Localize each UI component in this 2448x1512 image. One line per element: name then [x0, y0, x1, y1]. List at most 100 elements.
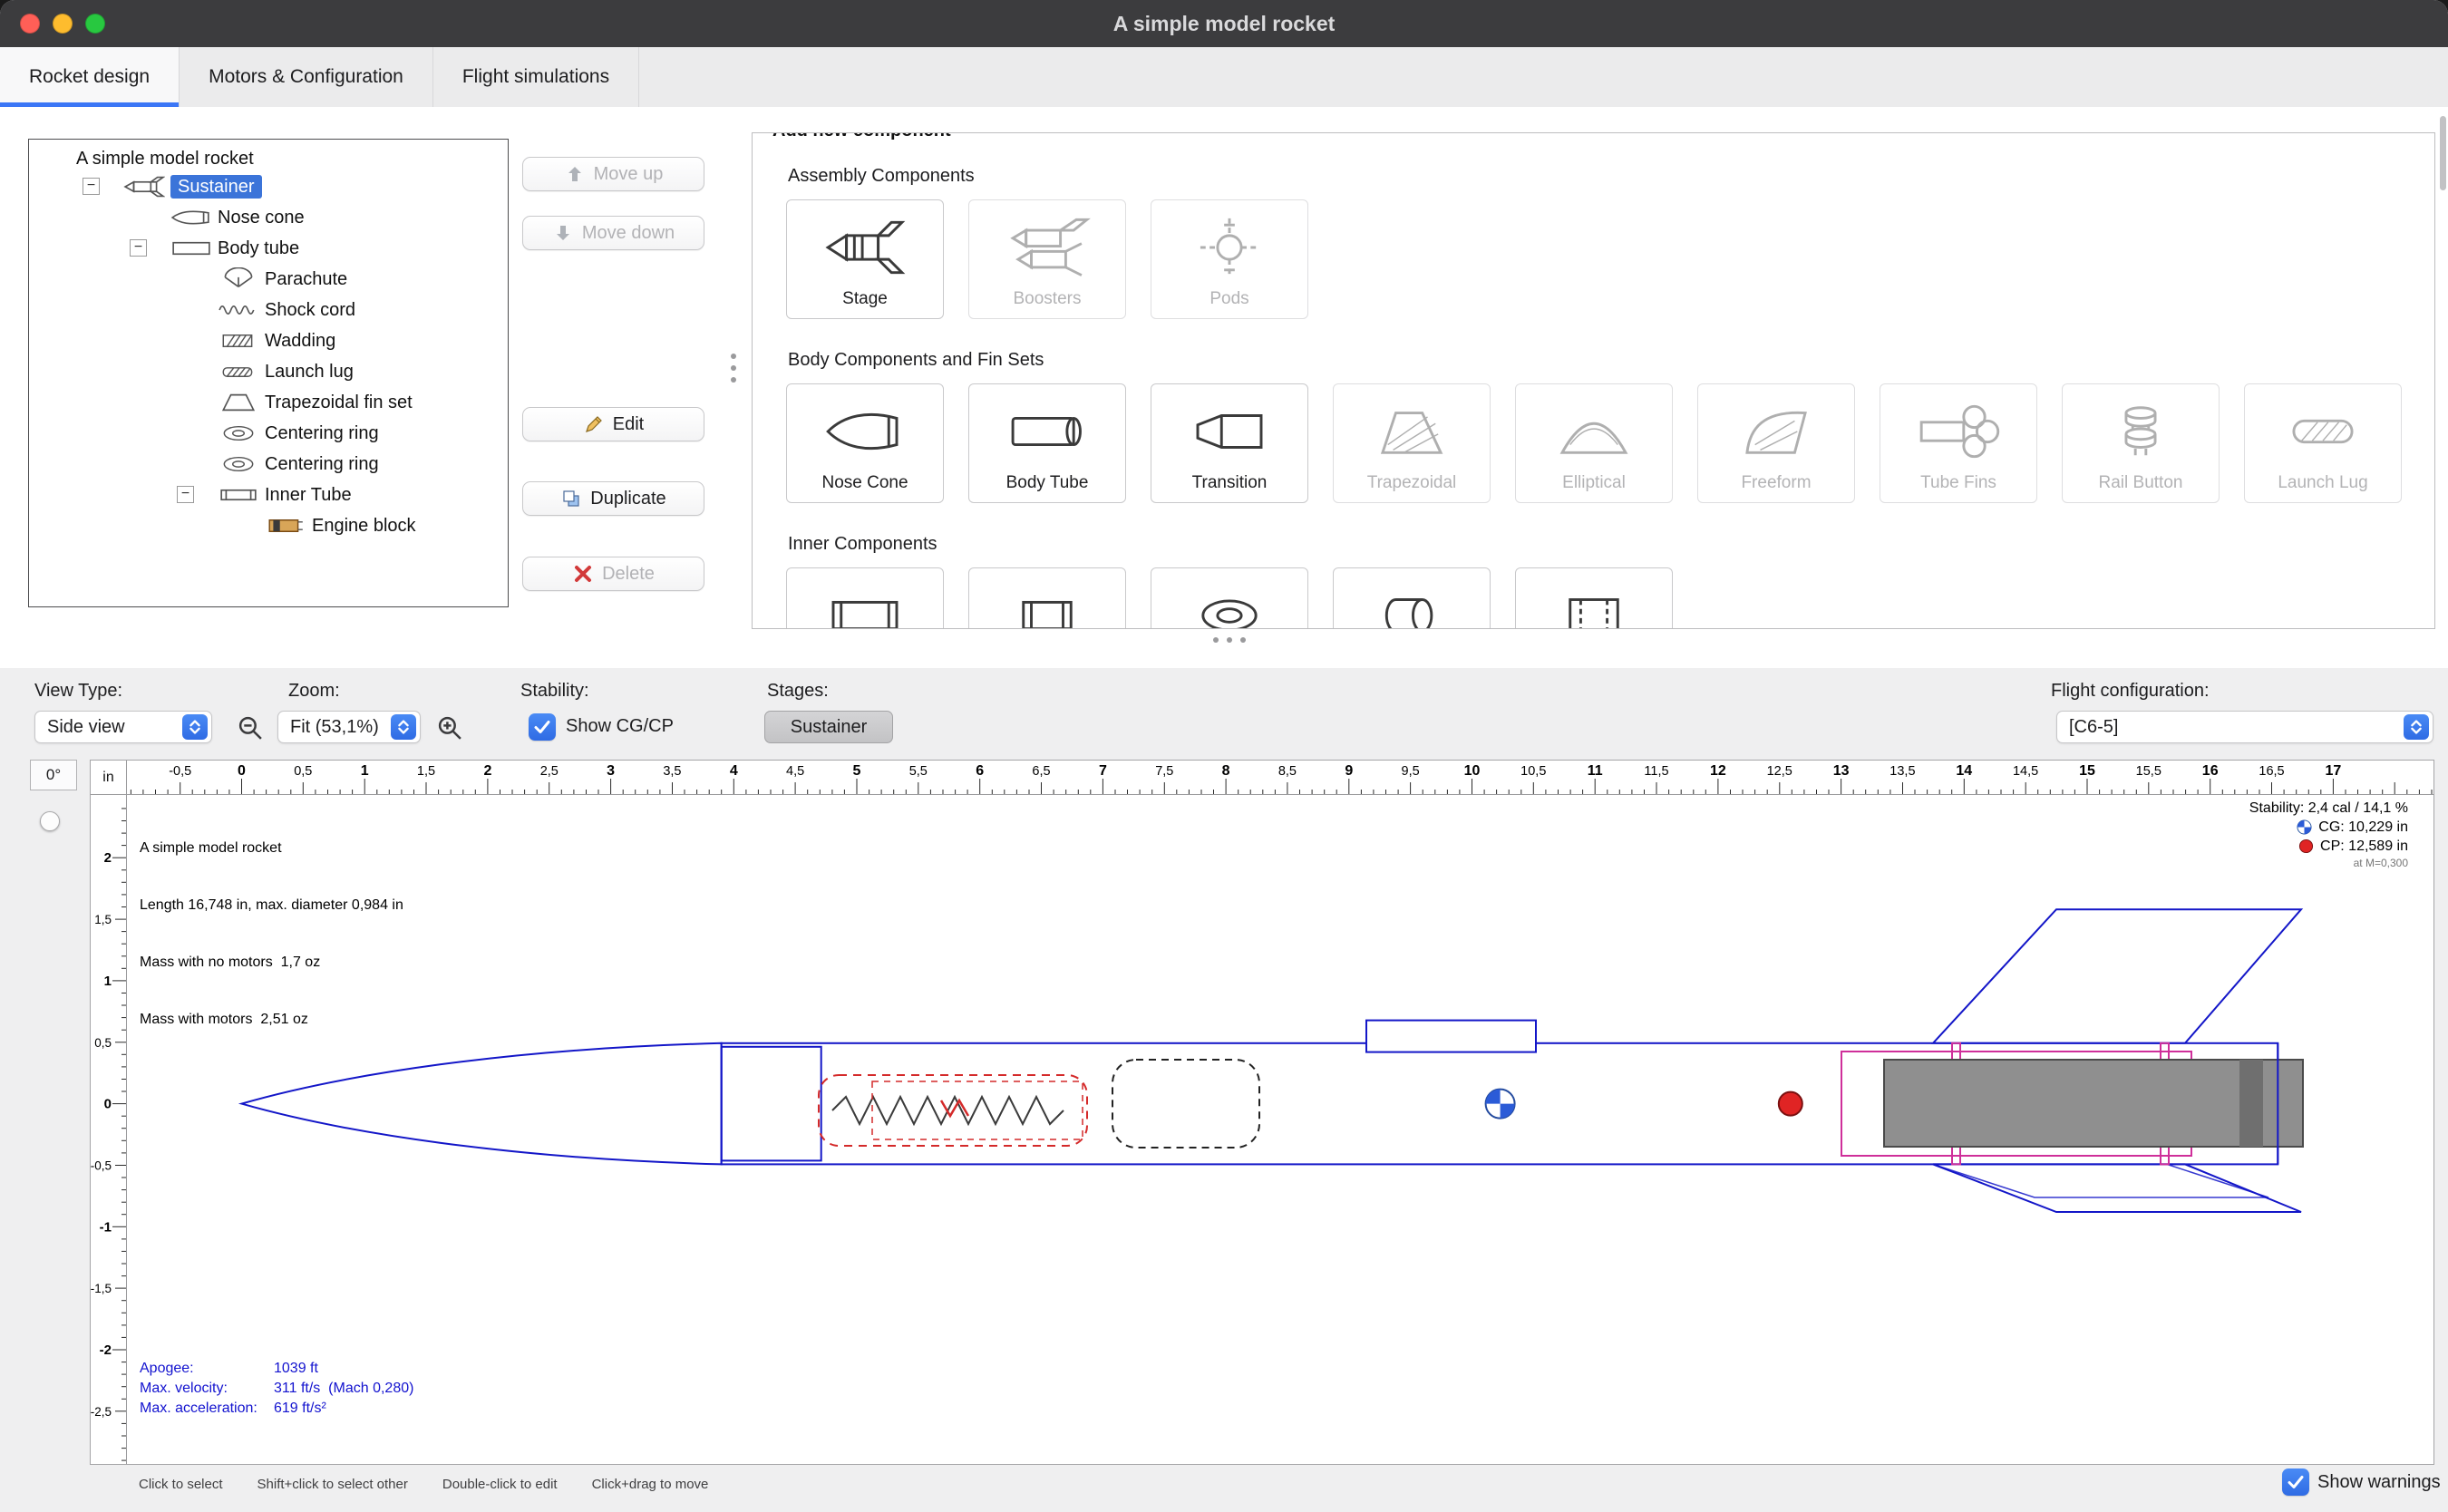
fin-bottom-shape[interactable]: [1933, 1164, 2301, 1212]
tree-expander-icon[interactable]: −: [177, 486, 194, 503]
centeringring-icon: [218, 452, 259, 476]
card-label: Freeform: [1741, 473, 1811, 495]
shockcord-icon: [218, 298, 259, 322]
tree-expander-icon[interactable]: −: [83, 178, 100, 195]
apogee-label: Apogee:: [140, 1359, 274, 1379]
engineblockcard-icon: [1516, 574, 1672, 629]
tree-item-centering-ring[interactable]: Centering ring: [29, 419, 508, 448]
zoom-window-button[interactable]: [85, 14, 105, 34]
add-innertubecard-button[interactable]: [786, 567, 944, 629]
add-bulkhead-button[interactable]: [1333, 567, 1491, 629]
svg-text:3: 3: [607, 763, 615, 779]
svg-text:4: 4: [730, 763, 738, 779]
window-titlebar: A simple model rocket: [0, 0, 2448, 47]
tree-item-centering-ring[interactable]: Centering ring: [29, 450, 508, 479]
add-component-panel: Add new component Assembly ComponentsSta…: [752, 132, 2435, 629]
tree-item-label: Nose cone: [218, 206, 305, 229]
flight-configuration-select[interactable]: [C6-5]: [2056, 711, 2433, 743]
check-icon: [531, 716, 553, 738]
zoom-out-button[interactable]: [234, 712, 267, 744]
add-coupler-button[interactable]: [968, 567, 1126, 629]
horizontal-ruler: -0,500,511,522,533,544,555,566,577,588,5…: [127, 761, 2433, 795]
nosecone-icon: [787, 390, 943, 473]
svg-text:6: 6: [976, 763, 984, 779]
tree-item-body-tube[interactable]: −Body tube: [29, 234, 508, 263]
tree-expander-icon[interactable]: −: [130, 239, 147, 257]
tree-item-parachute[interactable]: Parachute: [29, 265, 508, 294]
scrollbar-thumb[interactable]: [2440, 116, 2446, 190]
minimize-button[interactable]: [53, 14, 73, 34]
svg-text:12,5: 12,5: [1767, 764, 1792, 779]
panel-collapse-handle[interactable]: [1213, 637, 1246, 643]
section-heading-assembly-components: Assembly Components: [788, 166, 2434, 187]
card-label: Pods: [1209, 289, 1248, 311]
add-trapezoidal-button: Trapezoidal: [1333, 383, 1491, 503]
svg-text:8,5: 8,5: [1278, 764, 1297, 779]
rocket-diagram[interactable]: [127, 795, 2433, 1464]
duplicate-button[interactable]: Duplicate: [522, 481, 704, 516]
add-transition-button[interactable]: Transition: [1151, 383, 1308, 503]
svg-text:15: 15: [2079, 763, 2095, 779]
view-type-select[interactable]: Side view: [34, 711, 212, 743]
tree-item-launch-lug[interactable]: Launch lug: [29, 357, 508, 386]
add-body-tube-button[interactable]: Body Tube: [968, 383, 1126, 503]
launchlug-icon: [218, 360, 259, 383]
card-label: Launch Lug: [2278, 473, 2367, 495]
stage-icon: [787, 206, 943, 289]
show-warnings-checkbox[interactable]: [2282, 1468, 2309, 1496]
app-window: A simple model rocket Rocket design Moto…: [0, 0, 2448, 1512]
svg-text:-1,5: -1,5: [91, 1282, 112, 1295]
tree-item-nose-cone[interactable]: Nose cone: [29, 203, 508, 232]
tree-root-label[interactable]: A simple model rocket: [76, 149, 254, 170]
stage-toggle-sustainer[interactable]: Sustainer: [764, 711, 893, 743]
close-button[interactable]: [20, 14, 40, 34]
svg-text:12: 12: [1710, 763, 1726, 779]
tab-motors-configuration[interactable]: Motors & Configuration: [180, 47, 433, 107]
show-cgcp-checkbox[interactable]: [529, 713, 556, 741]
tab-rocket-design[interactable]: Rocket design: [0, 47, 180, 107]
add-launch-lug-button: Launch Lug: [2244, 383, 2402, 503]
fin-top-shape[interactable]: [1933, 909, 2301, 1043]
stages-label: Stages:: [767, 681, 829, 702]
tree-item-shock-cord[interactable]: Shock cord: [29, 296, 508, 325]
tab-flight-simulations[interactable]: Flight simulations: [433, 47, 639, 107]
add-engineblockcard-button[interactable]: [1515, 567, 1673, 629]
chevron-updown-icon: [182, 714, 208, 740]
add-nose-cone-button[interactable]: Nose Cone: [786, 383, 944, 503]
zoom-select[interactable]: Fit (53,1%): [277, 711, 421, 743]
tree-item-sustainer[interactable]: −Sustainer: [29, 172, 508, 201]
component-tree-panel[interactable]: A simple model rocket −Sustainer Nose con…: [28, 139, 509, 607]
move-up-button: Move up: [522, 157, 704, 191]
tree-item-engine-block[interactable]: Engine block: [29, 511, 508, 540]
svg-text:8: 8: [1222, 763, 1230, 779]
acceleration-value: 619 ft/s²: [274, 1399, 413, 1419]
coupler-icon: [969, 574, 1125, 629]
svg-text:6,5: 6,5: [1032, 764, 1050, 779]
svg-text:2: 2: [483, 763, 491, 779]
stability-readout: Stability: 2,4 cal / 14,1 % CG: 10,229 i…: [2249, 799, 2408, 870]
add-stage-button[interactable]: Stage: [786, 199, 944, 319]
zoom-in-button[interactable]: [433, 712, 466, 744]
rotation-slider-knob[interactable]: [40, 811, 60, 831]
panel-divider-handle[interactable]: [731, 354, 736, 383]
launch-lug-shape[interactable]: [1366, 1021, 1536, 1052]
duplicate-icon: [560, 488, 582, 509]
tree-item-wadding[interactable]: Wadding: [29, 326, 508, 355]
window-title: A simple model rocket: [0, 0, 2448, 47]
svg-text:7: 7: [1099, 763, 1107, 779]
add-elliptical-button: Elliptical: [1515, 383, 1673, 503]
tree-item-trapezoidal-fin-set[interactable]: Trapezoidal fin set: [29, 388, 508, 417]
svg-text:0: 0: [238, 763, 246, 779]
move-down-button: Move down: [522, 216, 704, 250]
velocity-value: 311 ft/s (Mach 0,280): [274, 1379, 413, 1399]
tree-item-label: Inner Tube: [265, 483, 352, 507]
svg-text:14: 14: [1956, 763, 1972, 779]
edit-button[interactable]: Edit: [522, 407, 704, 441]
svg-text:16: 16: [2202, 763, 2219, 779]
fin-bottom2-shape[interactable]: [1933, 1164, 2268, 1197]
tree-item-inner-tube[interactable]: − Inner Tube: [29, 480, 508, 509]
add-centeringcard-button[interactable]: [1151, 567, 1308, 629]
stability-condition: at M=0,300: [2354, 856, 2408, 870]
tree-item-label: Engine block: [312, 514, 416, 538]
chevron-updown-icon: [391, 714, 416, 740]
